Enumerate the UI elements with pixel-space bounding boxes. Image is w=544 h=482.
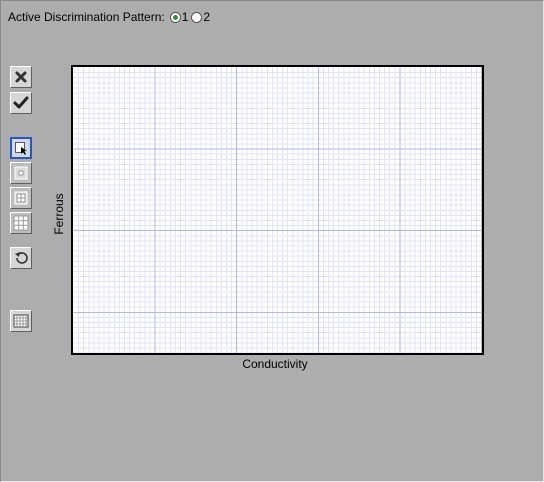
four-square-icon [14, 191, 28, 205]
accept-button[interactable] [10, 92, 32, 114]
pattern-option-1-label: 1 [181, 10, 189, 24]
grid-icon [13, 314, 29, 328]
grid-lines [73, 67, 482, 353]
y-axis-label: Ferrous [52, 193, 66, 235]
select-tool-button[interactable] [10, 137, 32, 159]
single-cell-tool-button[interactable] [10, 162, 32, 184]
x-axis-label: Conductivity [242, 357, 308, 371]
radio-2[interactable] [191, 11, 203, 23]
medium-brush-tool-button[interactable] [10, 187, 32, 209]
large-brush-tool-button[interactable] [10, 212, 32, 234]
nine-square-icon [13, 215, 29, 231]
delete-button[interactable] [10, 66, 32, 88]
radio-1[interactable] [169, 11, 181, 23]
x-icon [15, 71, 27, 83]
pattern-option-2-label: 2 [203, 10, 211, 24]
pattern-option-1[interactable]: 1 [169, 10, 189, 24]
discrimination-grid[interactable] [71, 65, 484, 355]
grid-toggle-button[interactable] [10, 310, 32, 332]
undo-icon [15, 252, 28, 264]
checkmark-icon [13, 96, 29, 109]
undo-button[interactable] [10, 247, 32, 269]
pointer-icon [15, 142, 27, 155]
discrimination-pattern-selector: Active Discrimination Pattern: 1 2 [8, 8, 213, 26]
pattern-option-2[interactable]: 2 [191, 10, 210, 24]
small-square-icon [14, 166, 28, 180]
pattern-label: Active Discrimination Pattern: [8, 10, 165, 24]
